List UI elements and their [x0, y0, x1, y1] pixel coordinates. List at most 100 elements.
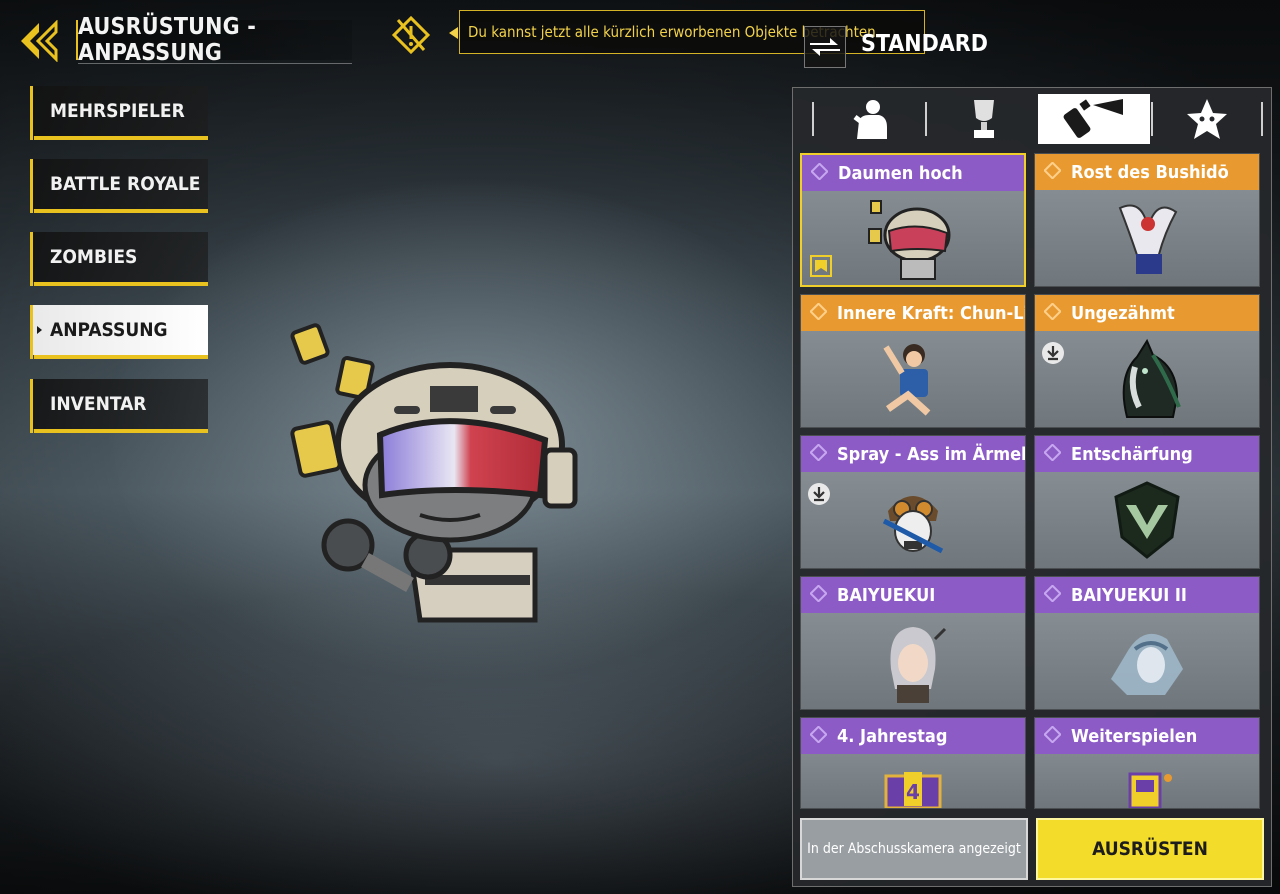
rarity-diamond-icon — [1044, 444, 1061, 461]
item-thumbnail — [801, 472, 1025, 568]
tab-divider — [925, 102, 927, 136]
item-thumbnail — [1035, 331, 1259, 427]
swap-arrows-icon — [810, 38, 840, 56]
defuse-emblem-icon — [1114, 481, 1180, 559]
item-thumbnail — [801, 331, 1025, 427]
rarity-diamond-icon — [810, 303, 827, 320]
item-thumbnail — [802, 191, 1024, 285]
svg-text:4: 4 — [906, 780, 920, 804]
page-title-text: AUSRÜSTUNG - ANPASSUNG — [78, 14, 257, 66]
item-thumbnail — [1035, 754, 1259, 808]
item-name: Rost des Bushidō — [1071, 161, 1229, 183]
rarity-diamond-icon — [811, 163, 828, 180]
item-name: BAIYUEKUI — [837, 584, 936, 606]
sidebar-item-inventar[interactable]: INVENTAR — [30, 379, 208, 433]
item-name: Weiterspielen — [1071, 725, 1198, 747]
item-card[interactable]: 4. Jahrestag 4 — [800, 717, 1026, 809]
trophy-icon — [974, 100, 994, 138]
item-name: BAIYUEKUI II — [1071, 584, 1187, 606]
item-thumbnail — [1035, 613, 1259, 709]
horse-head-icon — [1122, 338, 1181, 418]
item-card-header: 4. Jahrestag — [801, 718, 1025, 754]
sidebar-item-label: ANPASSUNG — [50, 319, 168, 341]
item-card-header: Rost des Bushidō — [1035, 154, 1259, 190]
sidebar-item-label: INVENTAR — [50, 393, 147, 415]
item-card[interactable]: Ungezähmt — [1034, 294, 1260, 428]
killcam-label: In der Abschusskamera angezeigt — [807, 841, 1021, 857]
item-name: Ungezähmt — [1071, 302, 1175, 324]
bushido-figure-icon — [1118, 204, 1178, 274]
rarity-diamond-icon — [1044, 303, 1061, 320]
spray-can-icon — [1063, 99, 1123, 138]
item-card[interactable]: Spray - Ass im Ärmel — [800, 435, 1026, 569]
active-indicator-icon — [37, 326, 42, 334]
baiyuekui-ii-portrait-icon — [1111, 633, 1183, 695]
item-card[interactable]: BAIYUEKUI II — [1034, 576, 1260, 710]
item-card-header: Daumen hoch — [802, 155, 1024, 191]
rarity-diamond-icon — [810, 726, 827, 743]
spray-preview-image — [290, 323, 578, 623]
tab-divider — [1261, 102, 1263, 136]
equip-button[interactable]: AUSRÜSTEN — [1036, 818, 1264, 880]
equip-label: AUSRÜSTEN — [1092, 838, 1208, 860]
item-thumbnail — [1035, 190, 1259, 286]
sidebar-item-label: ZOMBIES — [50, 246, 138, 268]
sidebar-item-battle-royale[interactable]: BATTLE ROYALE — [30, 159, 208, 213]
item-card[interactable]: BAIYUEKUI — [800, 576, 1026, 710]
chun-li-figure-icon — [883, 344, 931, 416]
notification-banner[interactable]: Du kannst jetzt alle kürzlich erworbenen… — [459, 10, 925, 54]
notification-icon[interactable] — [390, 14, 432, 56]
item-card[interactable]: Weiterspielen — [1034, 717, 1260, 809]
rarity-diamond-icon — [810, 585, 827, 602]
killcam-toggle-button[interactable]: In der Abschusskamera angezeigt — [800, 818, 1028, 880]
page-title: AUSRÜSTUNG - ANPASSUNG — [76, 14, 352, 66]
item-card-header: BAIYUEKUI II — [1035, 577, 1259, 613]
item-card-header: Innere Kraft: Chun-Li — [801, 295, 1025, 331]
sidebar-item-anpassung[interactable]: ANPASSUNG — [30, 305, 208, 359]
banner-pointer — [449, 27, 458, 39]
item-name: Entschärfung — [1071, 443, 1193, 465]
item-card-header: Ungezähmt — [1035, 295, 1259, 331]
skull-aviator-icon — [882, 496, 944, 554]
sidebar-item-mehrspieler[interactable]: MEHRSPIELER — [30, 86, 208, 140]
back-arrow-icon[interactable] — [18, 20, 60, 62]
favorite-badge-icon — [810, 255, 832, 277]
item-card-header: Spray - Ass im Ärmel — [801, 436, 1025, 472]
sidebar-item-label: BATTLE ROYALE — [50, 173, 201, 195]
thumbs-up-sticker-icon — [868, 200, 951, 280]
item-card[interactable]: Rost des Bushidō — [1034, 153, 1260, 287]
rarity-diamond-icon — [1044, 585, 1061, 602]
sidebar-item-label: MEHRSPIELER — [50, 100, 185, 122]
item-name: 4. Jahrestag — [837, 725, 948, 747]
item-card-header: BAIYUEKUI — [801, 577, 1025, 613]
item-name: Daumen hoch — [838, 162, 963, 184]
tab-spray[interactable] — [1038, 94, 1150, 144]
item-card-header: Weiterspielen — [1035, 718, 1259, 754]
download-icon[interactable] — [807, 482, 831, 506]
loadout-label: STANDARD — [861, 31, 988, 57]
loadout-swap-button[interactable] — [804, 26, 846, 68]
item-thumbnail — [1035, 472, 1259, 568]
tab-character[interactable] — [815, 94, 927, 144]
tab-favorites[interactable] — [1151, 94, 1263, 144]
tab-trophy[interactable] — [928, 94, 1040, 144]
rarity-diamond-icon — [810, 444, 827, 461]
item-card[interactable]: Entschärfung — [1034, 435, 1260, 569]
arcade-machine-icon — [1128, 772, 1172, 808]
sidebar-item-zombies[interactable]: ZOMBIES — [30, 232, 208, 286]
item-thumbnail — [801, 613, 1025, 709]
item-card[interactable]: Innere Kraft: Chun-Li — [800, 294, 1026, 428]
item-name: Spray - Ass im Ärmel — [837, 443, 1026, 465]
download-icon[interactable] — [1041, 341, 1065, 365]
item-thumbnail: 4 — [801, 754, 1025, 808]
item-card-header: Entschärfung — [1035, 436, 1259, 472]
character-icon — [853, 100, 887, 139]
anniversary-badge-icon: 4 — [884, 772, 942, 808]
item-card[interactable]: Daumen hoch — [800, 153, 1026, 287]
baiyuekui-portrait-icon — [890, 627, 947, 703]
rarity-diamond-icon — [1044, 162, 1061, 179]
star-icon — [1187, 99, 1227, 139]
item-name: Innere Kraft: Chun-Li — [837, 302, 1026, 324]
rarity-diamond-icon — [1044, 726, 1061, 743]
tab-divider — [812, 102, 814, 136]
